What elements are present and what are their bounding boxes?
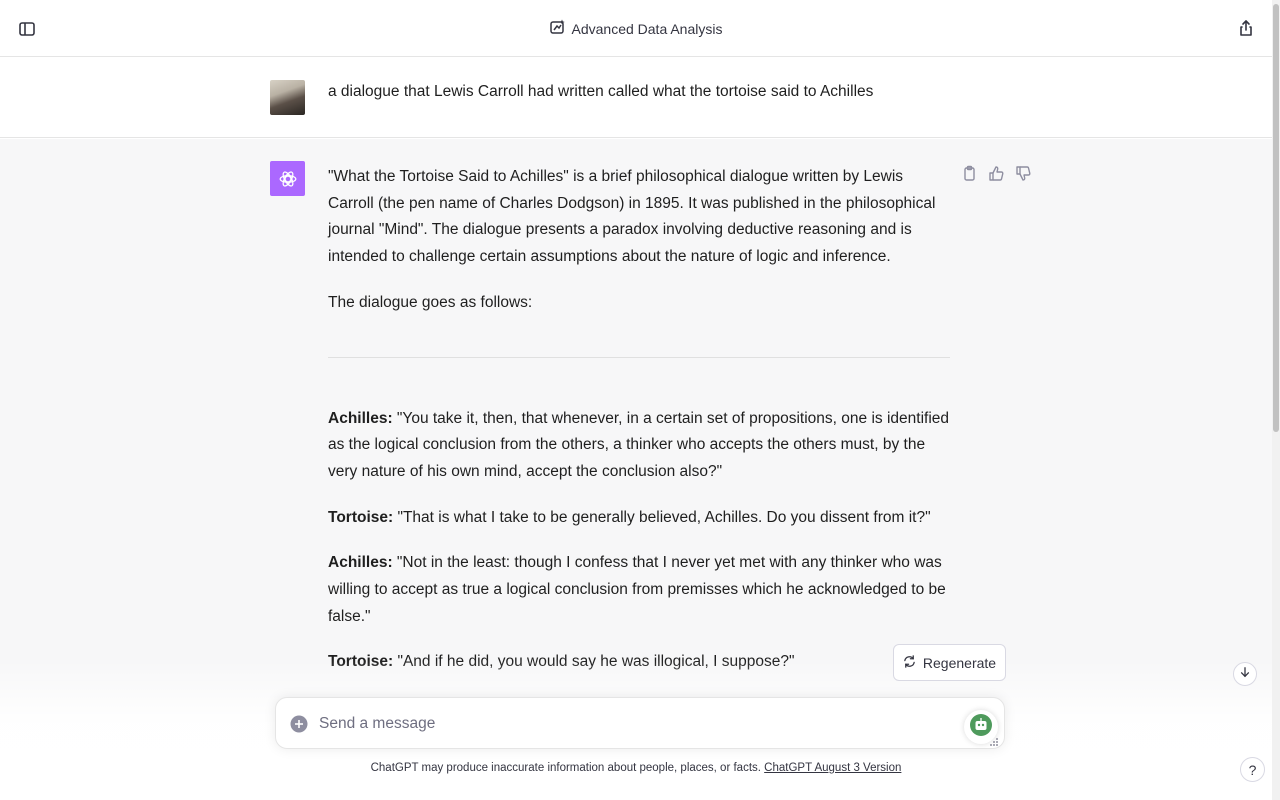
scrollbar[interactable] — [1272, 0, 1280, 800]
top-bar: Advanced Data Analysis — [0, 0, 1272, 57]
regenerate-button[interactable]: Regenerate — [893, 644, 1006, 681]
assistant-message-body: "What the Tortoise Said to Achilles" is … — [328, 164, 950, 695]
share-icon[interactable] — [1236, 18, 1256, 38]
arrow-down-icon — [1239, 665, 1251, 683]
dialogue-line: Tortoise: "And if he did, you would say … — [328, 649, 950, 676]
dialogue-text: "That is what I take to be generally bel… — [393, 508, 931, 526]
resize-handle-icon[interactable] — [989, 734, 999, 746]
dialogue-line: Achilles: "You take it, then, that whene… — [328, 406, 950, 486]
thumbs-up-icon[interactable] — [988, 165, 1005, 182]
speaker-name: Tortoise: — [328, 508, 394, 526]
version-link[interactable]: ChatGPT August 3 Version — [764, 762, 901, 774]
regenerate-label: Regenerate — [922, 654, 997, 671]
speaker-name: Achilles: — [328, 554, 393, 572]
divider — [328, 356, 950, 358]
scrollbar-thumb[interactable] — [1273, 4, 1279, 432]
refresh-icon — [903, 654, 916, 671]
scroll-to-bottom-button[interactable] — [1233, 662, 1257, 686]
dialogue-line: Tortoise: "That is what I take to be gen… — [328, 505, 950, 532]
data-analysis-icon — [549, 19, 566, 38]
plus-circle-icon[interactable] — [290, 715, 308, 733]
disclaimer-text: ChatGPT may produce inaccurate informati… — [370, 762, 761, 774]
dialogue-text: "And if he did, you would say he was ill… — [393, 653, 795, 671]
footer: ChatGPT may produce inaccurate informati… — [0, 762, 1272, 774]
message-actions — [961, 165, 1032, 182]
user-avatar — [270, 80, 305, 115]
page-title-wrap: Advanced Data Analysis — [0, 0, 1272, 57]
openai-logo-icon — [270, 161, 305, 196]
help-button[interactable]: ? — [1240, 757, 1265, 782]
speaker-name: Tortoise: — [328, 653, 394, 671]
copy-icon[interactable] — [961, 165, 978, 182]
user-message-row: a dialogue that Lewis Carroll had writte… — [0, 58, 1272, 138]
assistant-lead: The dialogue goes as follows: — [328, 293, 533, 311]
speaker-name: Achilles: — [328, 409, 393, 427]
dialogue-line: Achilles: "Not in the least: though I co… — [328, 550, 950, 630]
assistant-intro: "What the Tortoise Said to Achilles" is … — [328, 168, 936, 266]
thumbs-down-icon[interactable] — [1015, 165, 1032, 182]
dialogue-text: "Not in the least: though I confess that… — [328, 554, 946, 625]
message-input[interactable] — [319, 710, 919, 738]
dialogue-text: "You take it, then, that whenever, in a … — [328, 409, 949, 480]
page-title: Advanced Data Analysis — [571, 20, 723, 37]
user-message-text: a dialogue that Lewis Carroll had writte… — [328, 83, 874, 100]
message-composer — [275, 697, 1005, 749]
